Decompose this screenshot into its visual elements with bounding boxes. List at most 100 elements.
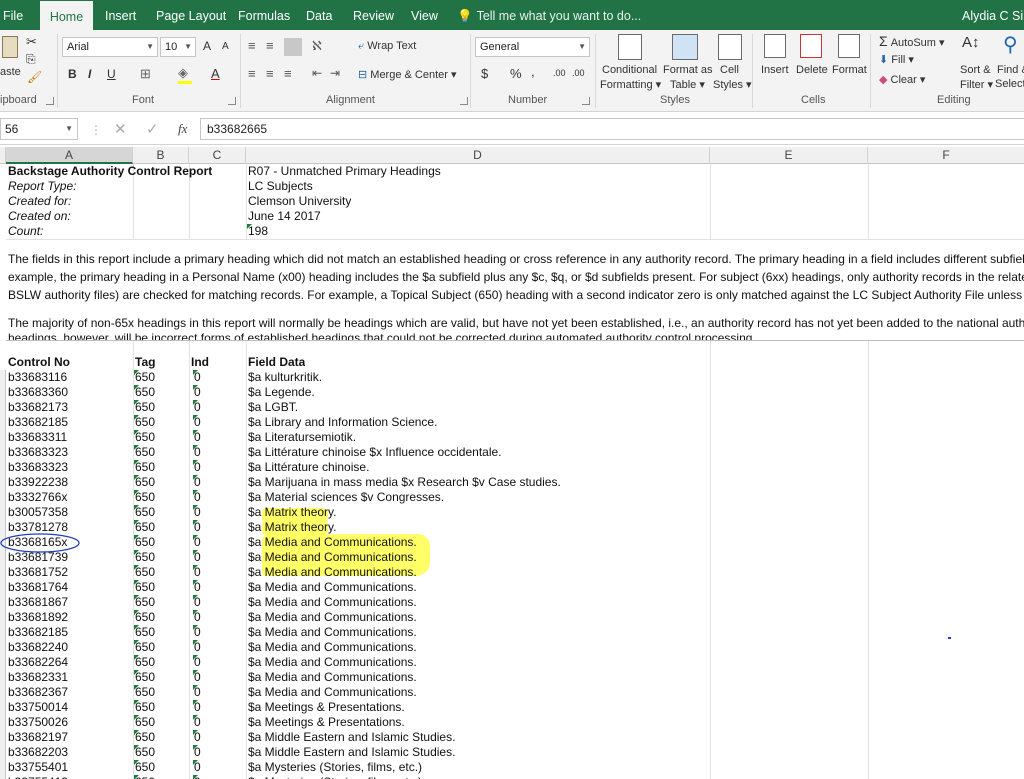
find-select-icon[interactable]: ⚲ (1003, 32, 1018, 57)
insert-function-icon[interactable]: fx (178, 121, 187, 137)
control-no-cell[interactable]: b33682203 (8, 745, 68, 760)
field-data-cell[interactable]: $a Media and Communications. (248, 595, 417, 610)
ind-cell[interactable]: 0 (194, 685, 201, 700)
ind-cell[interactable]: 0 (194, 730, 201, 745)
control-no-cell[interactable]: b33683311 (8, 430, 67, 445)
control-no-cell[interactable]: b33755413 (8, 775, 68, 779)
tag-cell[interactable]: 650 (135, 580, 155, 595)
format-cells-icon[interactable] (838, 34, 860, 58)
row-header[interactable] (0, 700, 6, 715)
ind-cell[interactable]: 0 (194, 415, 201, 430)
decrease-indent-icon[interactable]: ⇤ (312, 66, 322, 80)
italic-button[interactable]: I (88, 67, 91, 81)
control-no-cell[interactable]: b33682264 (8, 655, 68, 670)
tag-cell[interactable]: 650 (135, 550, 155, 565)
tab-insert[interactable]: Insert (105, 0, 136, 30)
field-data-cell[interactable]: $a Media and Communications. (248, 610, 417, 625)
row-header[interactable] (0, 715, 6, 730)
column-header-b[interactable]: B (133, 147, 189, 164)
row-header[interactable] (0, 385, 6, 400)
control-no-cell[interactable]: b3332766x (8, 490, 67, 505)
tag-cell[interactable]: 650 (135, 670, 155, 685)
field-data-cell[interactable]: $a Media and Communications. (248, 565, 417, 580)
tag-cell[interactable]: 650 (135, 475, 155, 490)
control-no-cell[interactable]: b33681892 (8, 610, 68, 625)
tag-cell[interactable]: 650 (135, 655, 155, 670)
control-no-cell[interactable]: b33682197 (8, 730, 68, 745)
ind-cell[interactable]: 0 (194, 655, 201, 670)
tab-view[interactable]: View (411, 0, 438, 30)
currency-button[interactable]: $ (481, 66, 488, 81)
field-data-cell[interactable]: $a Media and Communications. (248, 550, 417, 565)
cell-styles-label-1[interactable]: Cell (720, 64, 739, 76)
tag-cell[interactable]: 650 (135, 490, 155, 505)
field-data-cell[interactable]: $a Mysteries (Stories, films, etc.) (248, 775, 422, 779)
field-data-cell[interactable]: $a Media and Communications. (248, 640, 417, 655)
tag-cell[interactable]: 650 (135, 535, 155, 550)
user-account[interactable]: Alydia C Sim (962, 0, 1024, 30)
tag-cell[interactable]: 650 (135, 400, 155, 415)
ind-cell[interactable]: 0 (194, 715, 201, 730)
ind-cell[interactable]: 0 (194, 535, 201, 550)
field-data-cell[interactable]: $a Material sciences $v Congresses. (248, 490, 444, 505)
align-top-icon[interactable]: ≡ (248, 38, 256, 53)
bold-button[interactable]: B (68, 67, 77, 81)
formula-input[interactable]: b33682665 (200, 118, 1024, 140)
increase-indent-icon[interactable]: ⇥ (330, 66, 340, 80)
merge-center-button[interactable]: ⊟ Merge & Center ▾ (358, 68, 457, 81)
tag-cell[interactable]: 650 (135, 760, 155, 775)
cond-fmt-label-2[interactable]: Formatting ▾ (600, 78, 661, 91)
field-data-cell[interactable]: $a Littérature chinoise $x Influence occ… (248, 445, 502, 460)
ind-cell[interactable]: 0 (194, 445, 201, 460)
ind-cell[interactable]: 0 (194, 490, 201, 505)
cancel-icon[interactable]: ✕ (114, 120, 127, 138)
row-header[interactable] (0, 640, 6, 655)
align-middle-icon[interactable]: ≡ (266, 38, 274, 53)
field-data-cell[interactable]: $a Matrix theory. (248, 505, 336, 520)
paste-icon[interactable] (2, 36, 18, 58)
control-no-cell[interactable]: b33750026 (8, 715, 68, 730)
borders-icon[interactable]: ⊞ (140, 66, 151, 82)
column-header-e[interactable]: E (710, 147, 868, 164)
tag-cell[interactable]: 650 (135, 700, 155, 715)
decrease-decimal-button[interactable]: .00 (572, 68, 585, 78)
tab-page-layout[interactable]: Page Layout (156, 0, 226, 30)
ind-cell[interactable]: 0 (194, 430, 201, 445)
ind-cell[interactable]: 0 (194, 775, 201, 779)
align-left-icon[interactable]: ≡ (248, 66, 256, 81)
tag-cell[interactable]: 650 (135, 610, 155, 625)
control-no-cell[interactable]: b30057358 (8, 505, 68, 520)
sort-filter-icon[interactable]: A↕ (962, 34, 980, 51)
format-table-label-1[interactable]: Format as (663, 64, 713, 76)
field-data-cell[interactable]: $a Library and Information Science. (248, 415, 437, 430)
control-no-cell[interactable]: b33683116 (8, 370, 67, 385)
control-no-cell[interactable]: b33683360 (8, 385, 68, 400)
field-data-cell[interactable]: $a Littérature chinoise. (248, 460, 369, 475)
insert-cells-label[interactable]: Insert (761, 64, 789, 76)
field-data-cell[interactable]: $a Media and Communications. (248, 670, 417, 685)
wrap-text-button[interactable]: ⤶ Wrap Text (358, 40, 416, 53)
ind-cell[interactable]: 0 (194, 460, 201, 475)
tag-cell[interactable]: 650 (135, 625, 155, 640)
increase-decimal-button[interactable]: .00 (553, 68, 566, 78)
ind-cell[interactable]: 0 (194, 670, 201, 685)
ind-cell[interactable]: 0 (194, 505, 201, 520)
tag-cell[interactable]: 650 (135, 775, 155, 779)
tab-home[interactable]: Home (40, 0, 93, 30)
row-header[interactable] (0, 490, 6, 505)
field-data-cell[interactable]: $a Media and Communications. (248, 535, 417, 550)
format-as-table-icon[interactable] (672, 34, 698, 60)
tag-cell[interactable]: 650 (135, 730, 155, 745)
control-no-cell[interactable]: b33682240 (8, 640, 68, 655)
comma-button[interactable]: , (531, 64, 535, 79)
control-no-cell[interactable]: b33682173 (8, 400, 68, 415)
alignment-launcher-icon[interactable] (460, 97, 468, 105)
conditional-formatting-icon[interactable] (618, 34, 642, 60)
ind-cell[interactable]: 0 (194, 475, 201, 490)
tag-cell[interactable]: 650 (135, 505, 155, 520)
field-data-cell[interactable]: $a Meetings & Presentations. (248, 700, 405, 715)
paste-label[interactable]: aste (0, 66, 21, 78)
tell-me-box[interactable]: 💡 Tell me what you want to do... (457, 0, 641, 30)
row-header[interactable] (0, 415, 6, 430)
number-format-select[interactable]: General ▼ (475, 37, 590, 57)
